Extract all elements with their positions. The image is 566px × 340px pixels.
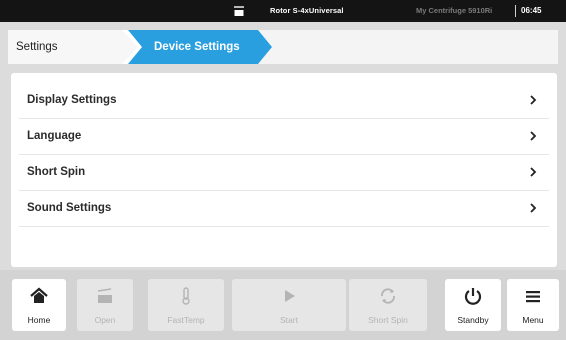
menu-label: Menu [522,315,544,325]
list-item-label: Short Spin [27,166,86,178]
play-icon [285,290,295,302]
list-item-label: Language [27,130,82,142]
list-item-short-spin[interactable]: Short Spin [19,155,549,191]
short-spin-label: Short Spin [368,315,408,325]
standby-label: Standby [457,315,489,325]
breadcrumb-settings-label: Settings [16,41,58,53]
thermometer-icon [182,287,190,305]
list-item-display-settings[interactable]: Display Settings [19,83,549,119]
home-label: Home [27,315,51,325]
device-screen: Rotor S-4xUniversal My Centrifuge 5910Ri… [0,0,566,340]
list-item-label: Sound Settings [27,202,112,214]
menu-icon [526,291,540,303]
chevron-right-icon [530,203,537,213]
rotor-bucket-icon [234,6,244,16]
breadcrumb-settings[interactable]: Settings [8,30,144,64]
short-spin-button[interactable]: Short Spin [349,279,427,331]
start-button[interactable]: Start [232,279,346,331]
power-icon [464,288,482,305]
menu-button[interactable]: Menu [507,279,559,331]
settings-list: Display Settings Language Short Spin Sou… [11,73,557,267]
chevron-right-icon [530,95,537,105]
rotor-label: Rotor S-4xUniversal [270,6,344,15]
home-button[interactable]: Home [12,279,66,331]
fasttemp-label: FastTemp [167,315,205,325]
breadcrumb-device-settings: Device Settings [128,30,272,64]
home-icon [30,287,48,303]
short-spin-icon [381,288,395,304]
clock: 06:45 [521,6,542,15]
list-item-sound-settings[interactable]: Sound Settings [19,191,549,227]
chevron-right-icon [530,131,537,141]
chevron-right-icon [530,167,537,177]
open-label: Open [94,315,116,325]
device-name: My Centrifuge 5910Ri [416,6,493,15]
fasttemp-button[interactable]: FastTemp [148,279,224,331]
status-divider [515,5,516,17]
list-item-language[interactable]: Language [19,119,549,155]
open-button[interactable]: Open [77,279,133,331]
list-item-label: Display Settings [27,94,117,106]
breadcrumb-device-settings-label: Device Settings [154,41,240,53]
start-label: Start [280,315,298,325]
status-bar: Rotor S-4xUniversal My Centrifuge 5910Ri… [0,0,566,22]
lid-open-icon [97,288,112,303]
standby-button[interactable]: Standby [445,279,501,331]
